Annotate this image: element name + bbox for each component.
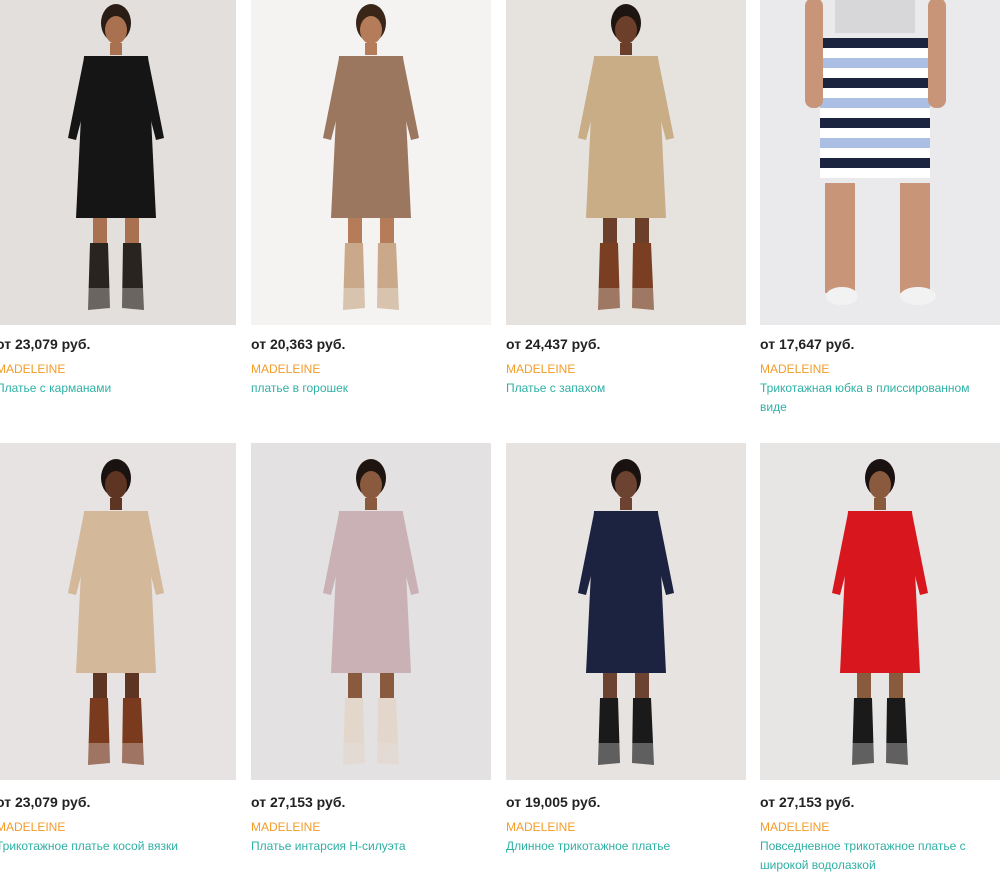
product-card[interactable]: от 27,153 руб. MADELEINE Повседневное трик… — [760, 443, 1000, 872]
woman-intarsia-knit-dress-photo[interactable] — [251, 443, 491, 780]
product-brand[interactable]: MADELEINE — [506, 362, 575, 376]
woman-black-shirt-dress-photo[interactable] — [0, 0, 236, 325]
product-card[interactable]: от 27,153 руб. MADELEINE Платье интарсия Н… — [251, 443, 491, 853]
product-brand[interactable]: MADELEINE — [760, 362, 829, 376]
product-card[interactable]: от 23,079 руб. MADELEINE Платье с карманам… — [0, 0, 236, 395]
product-card[interactable]: от 20,363 руб. MADELEINE платье в горошек — [251, 0, 491, 395]
woman-beige-wrap-dress-photo[interactable] — [506, 0, 746, 325]
product-card[interactable]: от 19,005 руб. MADELEINE Длинное трикотажн… — [506, 443, 746, 853]
product-brand[interactable]: MADELEINE — [0, 820, 65, 834]
product-price: от 23,079 руб. — [0, 336, 91, 352]
product-name-link[interactable]: Платье интарсия Н-силуэта — [251, 837, 476, 856]
woman-navy-knit-dress-photo[interactable] — [506, 443, 746, 780]
woman-red-turtleneck-dress-photo[interactable] — [760, 443, 1000, 780]
product-name-link[interactable]: Длинное трикотажное платье — [506, 837, 731, 856]
product-name-link[interactable]: Повседневное трикотажное платье с широко… — [760, 837, 985, 875]
product-name-link[interactable]: Трикотажная юбка в плиссированном виде — [760, 379, 985, 417]
product-brand[interactable]: MADELEINE — [760, 820, 829, 834]
product-brand[interactable]: MADELEINE — [506, 820, 575, 834]
product-card[interactable]: от 24,437 руб. MADELEINE Платье с запахом — [506, 0, 746, 395]
striped-pleated-skirt-photo[interactable] — [760, 0, 1000, 325]
product-name-link[interactable]: Трикотажное платье косой вязки — [0, 837, 221, 856]
product-name-link[interactable]: платье в горошек — [251, 379, 476, 398]
product-card[interactable]: от 17,647 руб. MADELEINE Трикотажная юбка … — [760, 0, 1000, 414]
product-brand[interactable]: MADELEINE — [0, 362, 65, 376]
woman-polka-dot-dress-photo[interactable] — [251, 0, 491, 325]
product-price: от 27,153 руб. — [760, 794, 855, 810]
product-price: от 20,363 руб. — [251, 336, 346, 352]
product-price: от 19,005 руб. — [506, 794, 601, 810]
product-grid: от 23,079 руб. MADELEINE Платье с карманам… — [0, 0, 1000, 880]
product-price: от 24,437 руб. — [506, 336, 601, 352]
product-price: от 23,079 руб. — [0, 794, 91, 810]
product-price: от 17,647 руб. — [760, 336, 855, 352]
product-card[interactable]: от 23,079 руб. MADELEINE Трикотажное плать… — [0, 443, 236, 853]
woman-beige-cable-knit-dress-photo[interactable] — [0, 443, 236, 780]
product-name-link[interactable]: Платье с запахом — [506, 379, 731, 398]
product-brand[interactable]: MADELEINE — [251, 362, 320, 376]
product-price: от 27,153 руб. — [251, 794, 346, 810]
product-name-link[interactable]: Платье с карманами — [0, 379, 221, 398]
product-brand[interactable]: MADELEINE — [251, 820, 320, 834]
